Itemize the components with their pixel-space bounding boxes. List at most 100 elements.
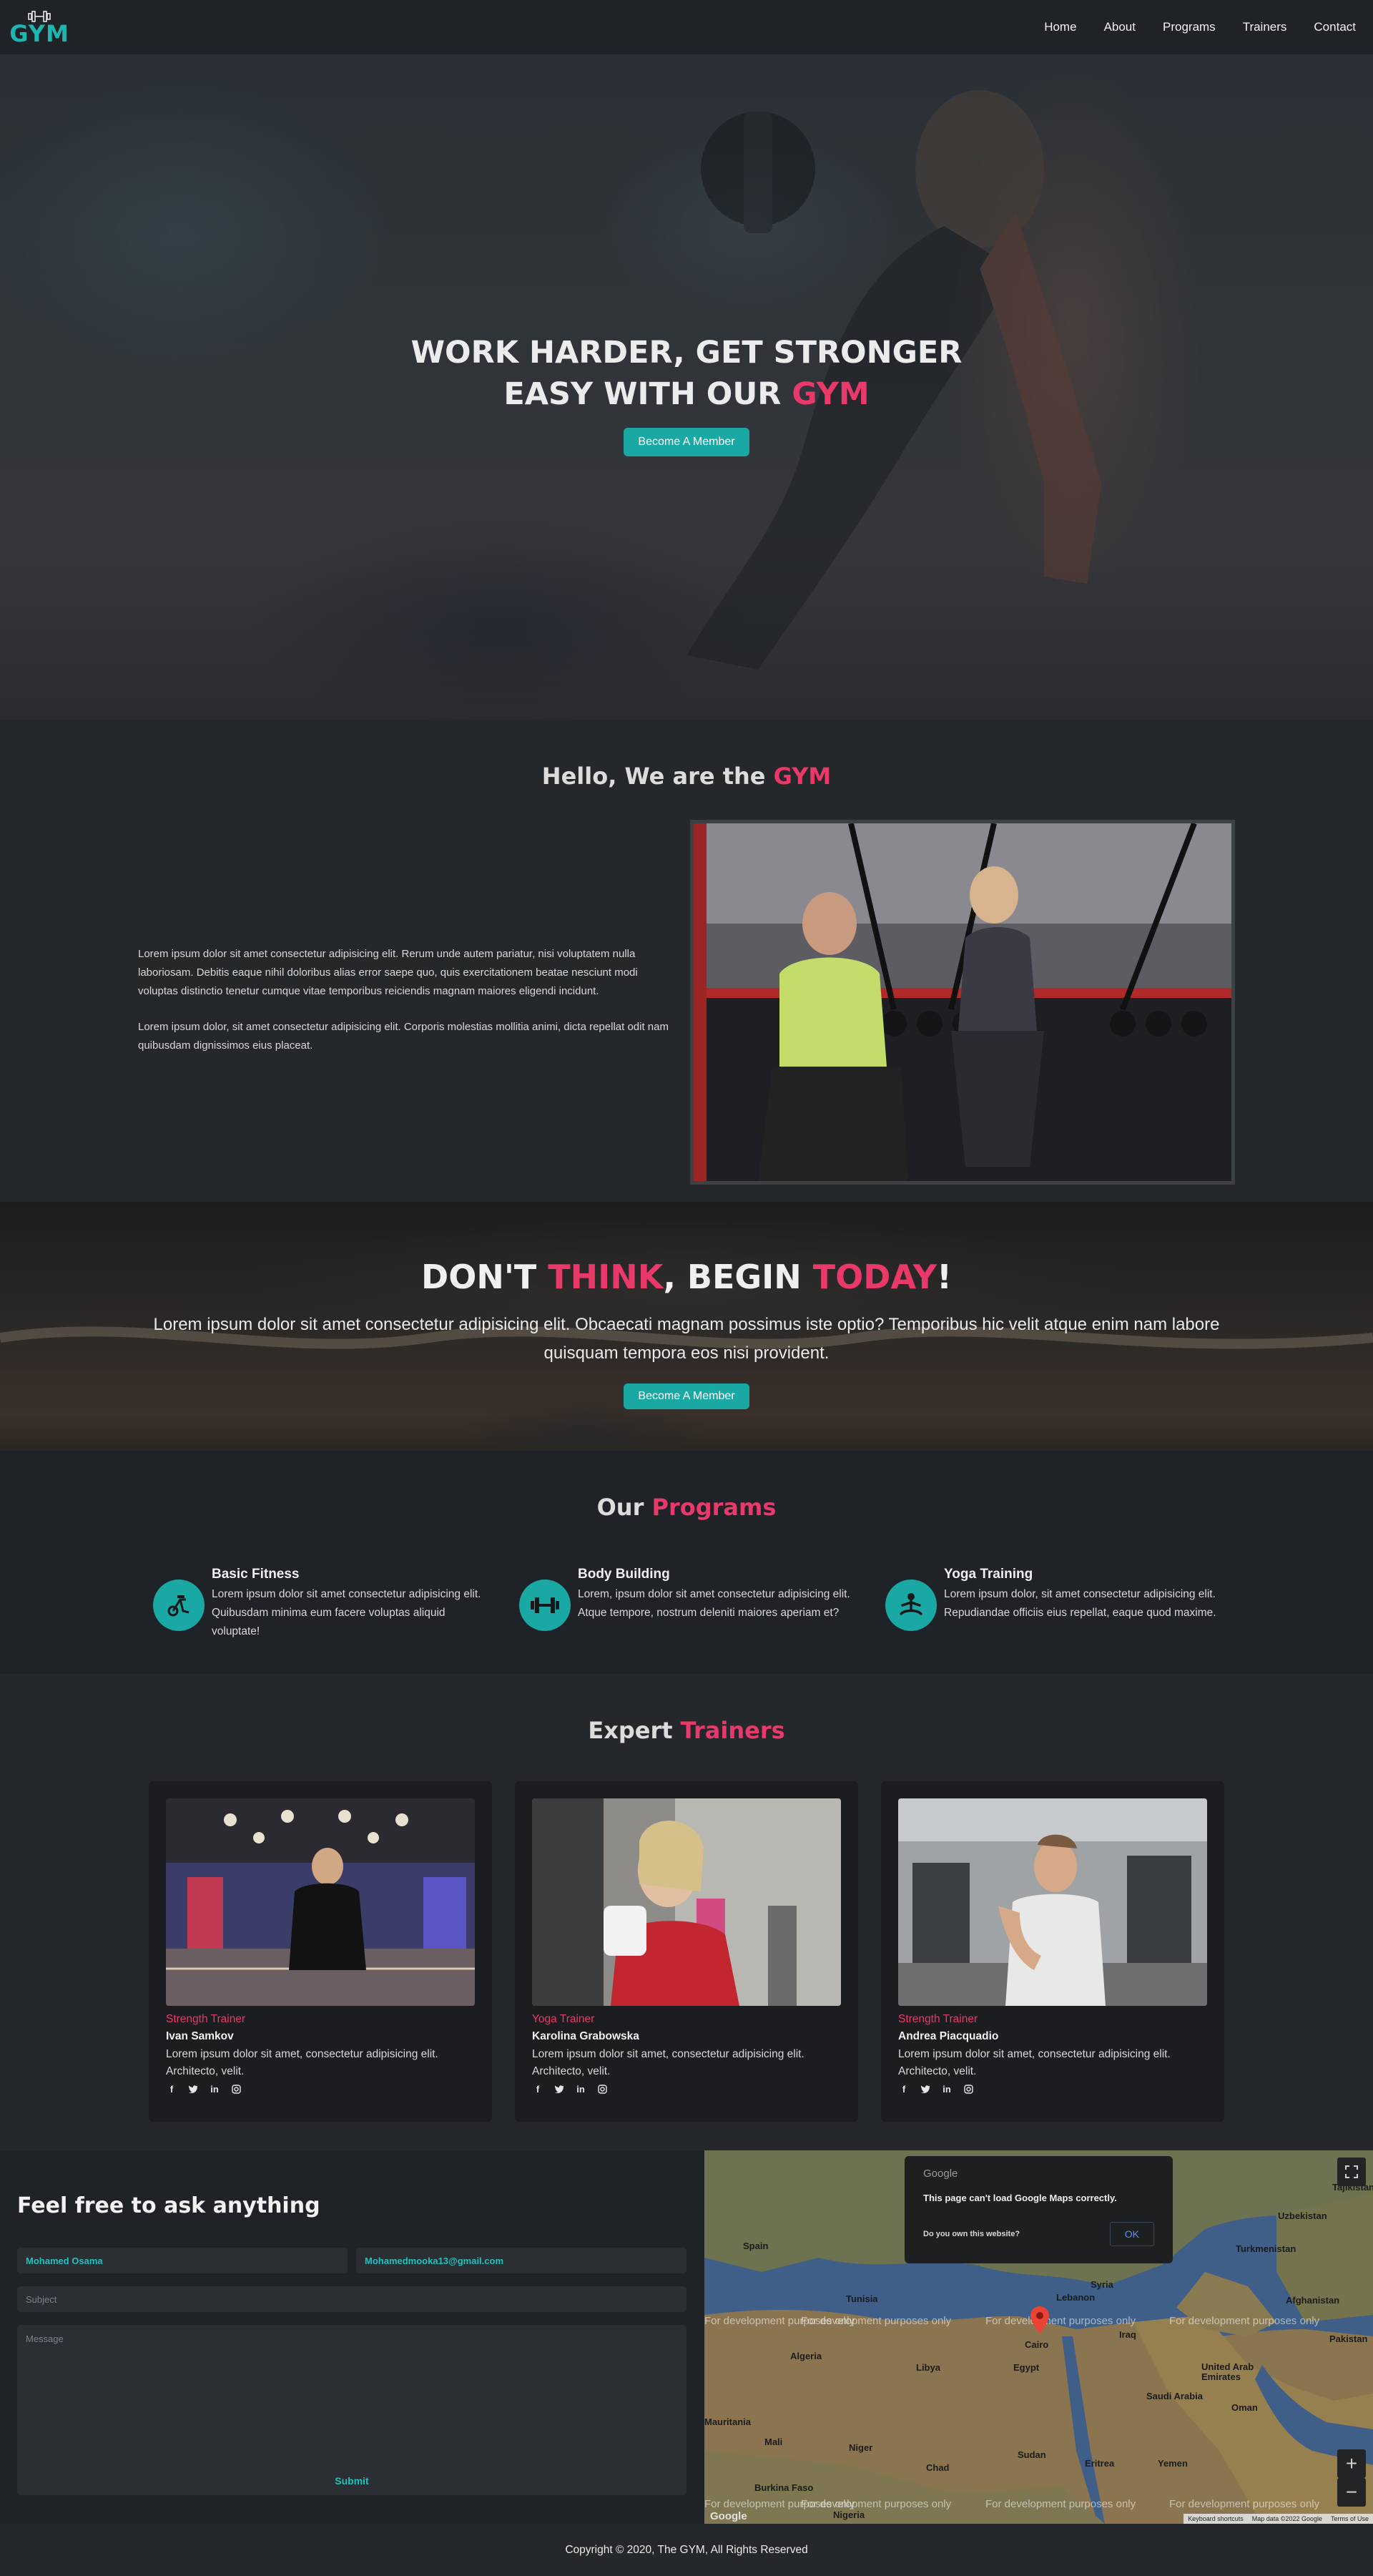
google-map[interactable]: For development purposes only For develo… (704, 2150, 1373, 2524)
subject-field[interactable] (17, 2286, 686, 2312)
trainer-photo (532, 1798, 841, 2006)
nav-link-about[interactable]: About (1104, 20, 1136, 34)
banner-become-member-button[interactable]: Become A Member (624, 1384, 749, 1409)
about-text: Lorem ipsum dolor sit amet consectetur a… (138, 945, 671, 1055)
trainer-name: Karolina Grabowska (532, 2030, 639, 2042)
map-data-text: Map data ©2022 Google (1251, 2515, 1322, 2522)
meditation-icon (885, 1580, 937, 1631)
twitter-icon[interactable] (920, 2083, 931, 2095)
keyboard-shortcuts-link[interactable]: Keyboard shortcuts (1188, 2515, 1244, 2522)
program-title: Basic Fitness (212, 1567, 300, 1582)
motivation-banner: DON'T THINK, BEGIN TODAY! Lorem ipsum do… (0, 1202, 1373, 1451)
instagram-icon[interactable] (963, 2083, 974, 2095)
nav-link-home[interactable]: Home (1044, 20, 1076, 34)
copyright-text: Copyright © 2020, The GYM, All Rights Re… (565, 2543, 808, 2556)
logo-text: GYM (9, 20, 69, 47)
map-label: Libya (916, 2362, 940, 2373)
facebook-icon[interactable]: f (166, 2083, 177, 2095)
linkedin-icon[interactable]: in (941, 2083, 953, 2095)
about-section: Hello, We are the GYM Lorem ipsum dolor … (0, 720, 1373, 1202)
map-label: Turkmenistan (1236, 2243, 1296, 2254)
zoom-in-icon[interactable]: + (1337, 2449, 1366, 2478)
trainer-card: Yoga Trainer Karolina Grabowska Lorem ip… (515, 1781, 858, 2122)
map-label: Mali (764, 2437, 783, 2447)
trainer-socials: f in (898, 2083, 1207, 2095)
nav-links: Home About Programs Trainers Contact (1044, 20, 1356, 34)
nav-link-programs[interactable]: Programs (1163, 20, 1216, 34)
banner-title-part2: , BEGIN (663, 1258, 813, 1296)
fullscreen-icon[interactable] (1337, 2158, 1366, 2186)
about-paragraph-2: Lorem ipsum dolor, sit amet consectetur … (138, 1021, 669, 1052)
map-label: Spain (743, 2240, 769, 2251)
twitter-icon[interactable] (553, 2083, 565, 2095)
hero-title-line2-prefix: EASY WITH OUR (503, 376, 792, 412)
map-label: Egypt (1013, 2362, 1040, 2373)
trainers-title-accent: Trainers (680, 1717, 785, 1744)
dev-watermark: For development purposes only (1169, 2498, 1320, 2510)
map-label: Nigeria (833, 2509, 865, 2520)
program-item: Body Building Lorem, ipsum dolor sit ame… (519, 1567, 862, 1631)
map-dialog-row: Do you own this website? OK (923, 2222, 1154, 2246)
dumbbell-icon (519, 1580, 571, 1631)
map-dialog-ok-button[interactable]: OK (1109, 2222, 1154, 2246)
map-label: Tunisia (846, 2293, 878, 2304)
banner-text: Lorem ipsum dolor sit amet consectetur a… (153, 1315, 1220, 1363)
program-text: Lorem, ipsum dolor sit amet consectetur … (578, 1588, 850, 1619)
map-label: Burkina Faso (754, 2482, 814, 2493)
program-text: Lorem ipsum dolor sit amet consectetur a… (212, 1588, 481, 1637)
facebook-icon[interactable]: f (532, 2083, 543, 2095)
program-body: Yoga Training Lorem ipsum dolor, sit ame… (944, 1567, 1229, 1631)
map-error-dialog: Google This page can't load Google Maps … (905, 2156, 1173, 2263)
nav-link-contact[interactable]: Contact (1314, 20, 1356, 34)
program-body: Basic Fitness Lorem ipsum dolor sit amet… (212, 1567, 496, 1641)
instagram-icon[interactable] (596, 2083, 608, 2095)
email-field[interactable] (356, 2248, 686, 2273)
hero-title-line1: WORK HARDER, GET STRONGER (410, 335, 963, 371)
twitter-icon[interactable] (187, 2083, 199, 2095)
trainer-text: Lorem ipsum dolor sit amet, consectetur … (898, 2048, 1171, 2077)
contact-section: Feel free to ask anything Submit (0, 2150, 704, 2524)
map-dialog-question: Do you own this website? (923, 2230, 1020, 2238)
map-label: Yemen (1158, 2458, 1188, 2469)
hero-title-accent: GYM (792, 376, 870, 412)
trainer-card: Strength Trainer Ivan Samkov Lorem ipsum… (149, 1781, 492, 2122)
become-member-button[interactable]: Become A Member (624, 428, 749, 456)
banner-title-exclaim: ! (936, 1258, 952, 1296)
map-footer: Keyboard shortcuts Map data ©2022 Google… (1183, 2514, 1373, 2524)
trainer-card: Strength Trainer Andrea Piacquadio Lorem… (881, 1781, 1224, 2122)
about-paragraph-1: Lorem ipsum dolor sit amet consectetur a… (138, 948, 638, 997)
trainer-role: Strength Trainer (898, 2013, 978, 2025)
map-label: Afghanistan (1286, 2295, 1340, 2306)
program-body: Body Building Lorem, ipsum dolor sit ame… (578, 1567, 862, 1631)
trainer-text: Lorem ipsum dolor sit amet, consectetur … (166, 2048, 438, 2077)
map-label: Iraq (1119, 2329, 1136, 2340)
instagram-icon[interactable] (230, 2083, 242, 2095)
navbar: GYM Home About Programs Trainers Contact (0, 0, 1373, 54)
trainer-name: Andrea Piacquadio (898, 2030, 999, 2042)
linkedin-icon[interactable]: in (575, 2083, 586, 2095)
about-photo (690, 820, 1235, 1185)
map-label: Sudan (1018, 2449, 1046, 2460)
zoom-out-icon[interactable]: − (1337, 2478, 1366, 2507)
hero-title: WORK HARDER, GET STRONGER EASY WITH OUR … (0, 332, 1373, 415)
trainers-section: Expert Trainers Strength Trainer Ivan Sa… (0, 1674, 1373, 2150)
terms-of-use-link[interactable]: Terms of Use (1331, 2515, 1369, 2522)
linkedin-icon[interactable]: in (209, 2083, 220, 2095)
programs-title: Our Programs (0, 1494, 1373, 1521)
trainer-socials: f in (532, 2083, 841, 2095)
name-field[interactable] (17, 2248, 348, 2273)
about-title-prefix: Hello, We are the (541, 763, 774, 790)
map-pin-icon[interactable] (1030, 2306, 1049, 2333)
facebook-icon[interactable]: f (898, 2083, 910, 2095)
program-title: Body Building (578, 1567, 670, 1582)
programs-section: Our Programs Basic Fitness Lorem ipsum d… (0, 1451, 1373, 1674)
nav-link-trainers[interactable]: Trainers (1243, 20, 1287, 34)
hero-section: WORK HARDER, GET STRONGER EASY WITH OUR … (0, 54, 1373, 720)
map-label: Cairo (1025, 2339, 1049, 2350)
map-label: Uzbekistan (1278, 2210, 1327, 2221)
trainer-socials: f in (166, 2083, 475, 2095)
logo[interactable]: GYM (9, 10, 70, 47)
submit-button[interactable]: Submit (17, 2468, 686, 2494)
about-title: Hello, We are the GYM (0, 763, 1373, 790)
map-label: Lebanon (1056, 2292, 1096, 2303)
